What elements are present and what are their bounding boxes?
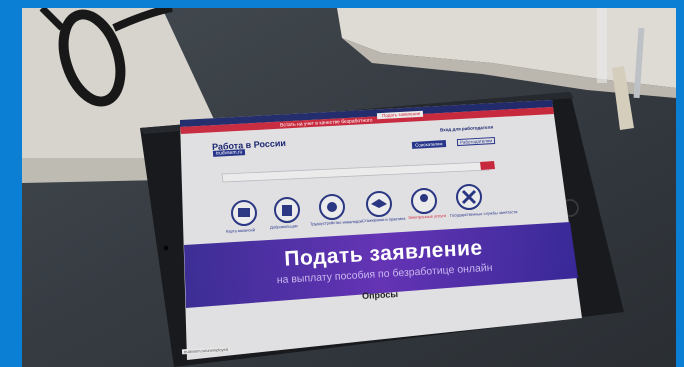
desk-scene [22, 8, 676, 367]
surveys-heading: Опросы [361, 288, 399, 302]
photo-frame: Работа в России trudvsem.ru Встать на уч… [22, 8, 676, 367]
